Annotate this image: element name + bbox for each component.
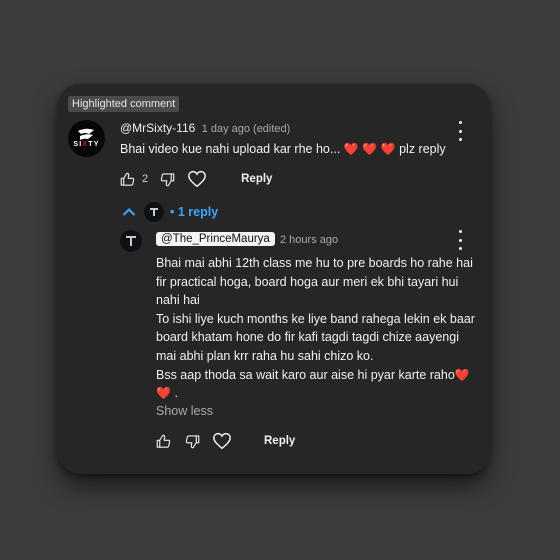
comment-menu-kebab-icon[interactable] <box>456 121 464 141</box>
heart-icon[interactable] <box>187 170 207 188</box>
comment-meta: @MrSixty-116 1 day ago (edited) <box>120 121 290 135</box>
reply-menu-kebab-icon[interactable] <box>456 230 464 250</box>
thumbs-up-icon[interactable] <box>120 172 135 187</box>
heart-icon[interactable] <box>212 432 232 450</box>
reply-actions: Reply <box>156 432 295 450</box>
heart-emoji: ❤️ <box>380 142 396 156</box>
reply-author-handle[interactable]: @The_PrinceMaurya <box>156 232 275 246</box>
heart-emoji: ❤️ <box>362 142 378 156</box>
reply-ending-period: . <box>174 386 178 401</box>
reply-author-avatar[interactable] <box>120 230 142 252</box>
thumbs-down-icon[interactable] <box>160 172 175 187</box>
reply-line: To ishi liye kuch months ke liye band ra… <box>156 311 475 326</box>
reply-text: Bhai mai abhi 12th class me hu to pre bo… <box>156 254 482 403</box>
heart-emoji: ❤️ <box>454 367 470 382</box>
avatar-logo-text: SIXTY <box>73 141 100 148</box>
reply-line: nahi hai <box>156 293 200 308</box>
reply-button[interactable]: Reply <box>241 173 272 185</box>
reply-line: mai abhi plan krr raha hu sahi chizo ko. <box>156 348 374 363</box>
commenter-avatar[interactable]: SIXTY <box>68 120 105 157</box>
comment-text: Bhai video kue nahi upload kar rhe ho...… <box>120 142 446 156</box>
heart-emoji: ❤️ <box>343 142 359 156</box>
thumbs-up-icon[interactable] <box>156 434 171 449</box>
show-less-button[interactable]: Show less <box>156 404 213 418</box>
comment-card: Highlighted comment SIXTY @MrSixty-116 1… <box>58 84 490 474</box>
heart-emoji: ❤️ <box>156 386 171 401</box>
comment-actions: 2 Reply <box>120 170 272 188</box>
reply-time[interactable]: 2 hours ago <box>280 234 338 246</box>
chevron-up-icon[interactable] <box>122 207 136 217</box>
reply-line: ❤️ . <box>156 384 482 403</box>
replies-toggle[interactable]: • 1 reply <box>122 202 218 222</box>
reply-line-text: Bss aap thoda sa wait karo aur aise hi p… <box>156 367 455 382</box>
reply-line: Bss aap thoda sa wait karo aur aise hi p… <box>156 366 482 385</box>
replies-count-label[interactable]: • 1 reply <box>170 205 218 219</box>
comment-time[interactable]: 1 day ago (edited) <box>202 123 291 135</box>
thumbs-down-icon[interactable] <box>185 434 200 449</box>
reply-line: board khatam hone do fir kafi tagdi tagd… <box>156 330 459 345</box>
highlighted-comment-badge: Highlighted comment <box>68 96 180 112</box>
comment-text-end: plz reply <box>399 142 446 156</box>
comment-text-main: Bhai video kue nahi upload kar rhe ho... <box>120 142 341 156</box>
comment-username[interactable]: @MrSixty-116 <box>120 121 195 135</box>
reply-author-mini-avatar <box>144 202 164 222</box>
reply-line: Bhai mai abhi 12th class me hu to pre bo… <box>156 256 473 270</box>
sixty-logo-icon <box>78 128 94 140</box>
like-count: 2 <box>142 173 149 185</box>
reply-line: fir practical hoga, board hoga aur meri … <box>156 274 459 289</box>
reply-button[interactable]: Reply <box>264 435 295 447</box>
